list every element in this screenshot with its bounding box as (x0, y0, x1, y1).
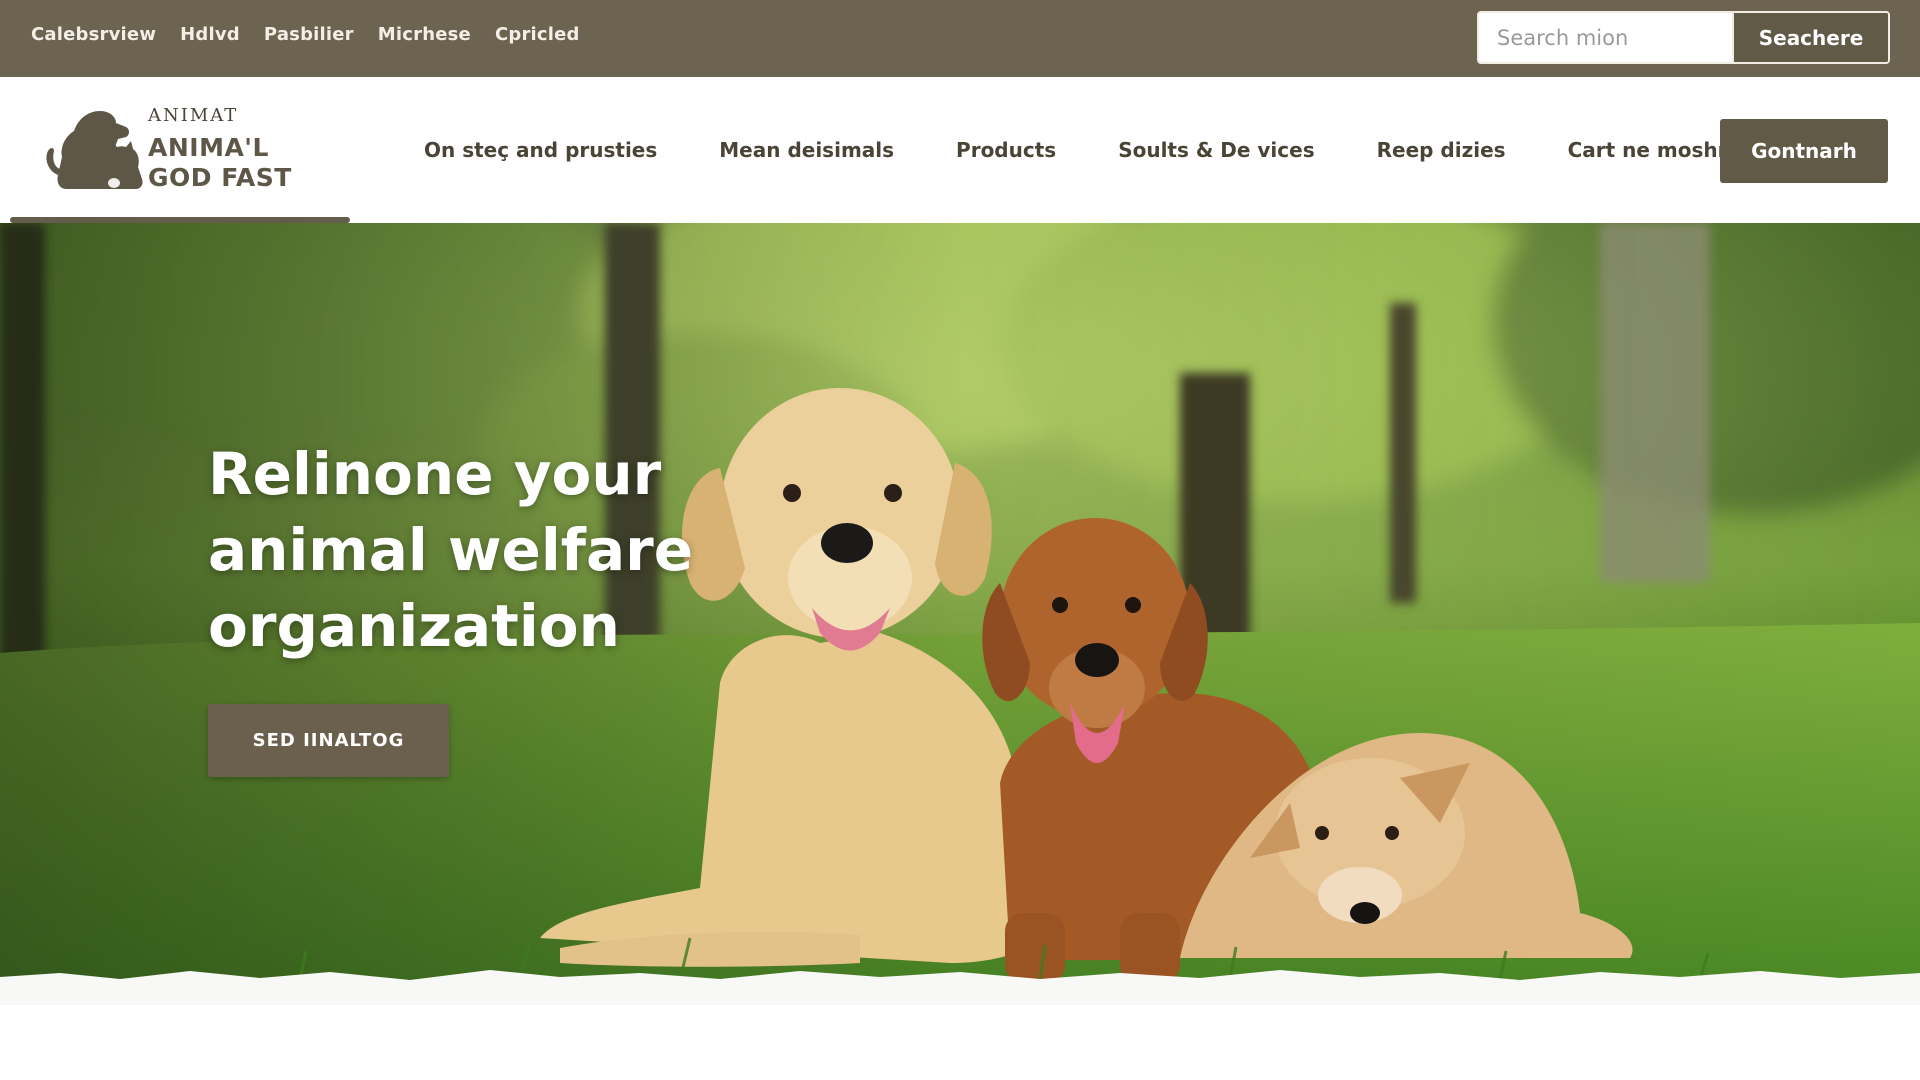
search-form: Seachere (1477, 11, 1890, 64)
torn-paper-divider (0, 970, 1920, 1005)
logo-text-small: ANIMAT (148, 105, 239, 126)
utility-link[interactable]: Hdlvd (180, 24, 240, 45)
utility-link[interactable]: Cpricled (495, 24, 580, 45)
utility-link[interactable]: Micrhese (378, 24, 471, 45)
utility-link[interactable]: Pasbilier (264, 24, 354, 45)
utility-link[interactable]: Calebsrview (31, 24, 156, 45)
nav-item[interactable]: Mean deisimals (719, 138, 894, 162)
site-logo[interactable]: ANIMAT ANIMA'L GOD FAST (30, 97, 330, 197)
utility-links: Calebsrview Hdlvd Pasbilier Micrhese Cpr… (31, 0, 580, 68)
logo-text-line2: GOD FAST (148, 163, 292, 192)
hero-cta-button[interactable]: SED IINALTOG (208, 704, 449, 777)
logo-text-line1: ANIMA'L (148, 133, 269, 162)
search-button[interactable]: Seachere (1732, 13, 1888, 62)
nav-item-products[interactable]: Products (956, 138, 1056, 162)
main-nav: On steç and prusties Mean deisimals Prod… (424, 77, 1762, 223)
nav-item[interactable]: Reep dizies (1377, 138, 1506, 162)
hero-title: Relinone your animal welfare organizatio… (208, 440, 694, 660)
nav-item[interactable]: On steç and prusties (424, 138, 657, 162)
nav-item[interactable]: Soults & De vices (1118, 138, 1314, 162)
hero-section: Relinone your animal welfare organizatio… (0, 223, 1920, 980)
dog-and-cat-silhouette-icon (46, 111, 143, 189)
main-header: ANIMAT ANIMA'L GOD FAST On steç and prus… (0, 77, 1920, 224)
top-utility-bar: Calebsrview Hdlvd Pasbilier Micrhese Cpr… (0, 0, 1920, 77)
contact-button[interactable]: Gontnarh (1720, 119, 1888, 183)
search-input[interactable] (1479, 13, 1732, 62)
